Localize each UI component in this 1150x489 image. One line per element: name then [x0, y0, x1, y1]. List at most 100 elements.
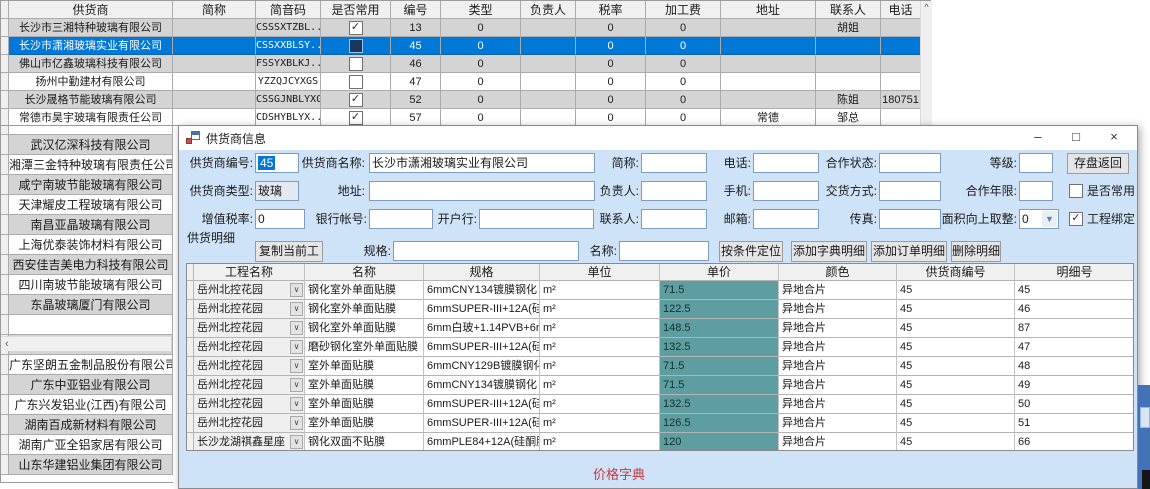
table-cell[interactable]: 常德市昊宇玻璃有限责任公司 — [9, 109, 173, 126]
table-cell[interactable]: FSSYXBLKJ... — [256, 55, 321, 73]
table-cell[interactable] — [521, 37, 576, 55]
table-cell[interactable]: 0 — [441, 37, 521, 55]
supplier_name-input[interactable]: 长沙市潇湘玻璃实业有限公司 — [369, 153, 595, 173]
table-cell[interactable] — [881, 55, 921, 73]
detail-grid-cell[interactable]: 122.5 — [660, 300, 779, 319]
table-cell[interactable] — [816, 55, 881, 73]
detail-grid-cell[interactable]: m² — [540, 414, 660, 433]
address-input[interactable] — [369, 181, 595, 201]
project-combo-cell[interactable]: 岳州北控花园∨ — [194, 376, 305, 395]
detail-grid-cell[interactable]: 45 — [897, 414, 1015, 433]
detail-grid-cell[interactable]: 49 — [1015, 376, 1134, 395]
list-item[interactable]: 上海优泰装饰材料有限公司 — [1, 235, 173, 255]
maximize-button[interactable]: □ — [1057, 126, 1095, 150]
column-header[interactable]: 单价 — [660, 264, 779, 281]
table-cell[interactable]: 52 — [391, 91, 441, 109]
table-cell[interactable]: 邹总 — [816, 109, 881, 126]
project-combo-cell[interactable]: 岳州北控花园∨ — [194, 395, 305, 414]
column-header[interactable]: 名称 — [305, 264, 424, 281]
list-item[interactable] — [1, 315, 173, 335]
table-cell[interactable]: CSSXXBLSY... — [256, 37, 321, 55]
detail-grid-cell[interactable]: 6mmPLE84+12A(硅酮胶... — [424, 433, 540, 451]
table-cell[interactable] — [721, 55, 816, 73]
table-cell[interactable] — [721, 73, 816, 91]
detail-grid-cell[interactable]: 室外单面贴膜 — [305, 395, 424, 414]
detail-grid-cell[interactable]: 钢化室外单面贴膜 — [305, 319, 424, 338]
table-cell[interactable] — [881, 109, 921, 126]
table-cell[interactable] — [321, 37, 391, 55]
list-item[interactable]: 湖南广亚全铝家居有限公司 — [1, 435, 173, 455]
table-cell[interactable]: 长沙市三湘特种玻璃有限公司 — [9, 19, 173, 37]
table-row[interactable]: 常德市昊宇玻璃有限责任公司CDSHYBLYX...57000常德邹总 — [1, 109, 930, 126]
table-cell[interactable]: 0 — [441, 55, 521, 73]
phone-input[interactable] — [753, 153, 819, 173]
table-cell[interactable] — [173, 73, 256, 91]
detail-grid-cell[interactable]: 异地合片 — [779, 357, 897, 376]
detail-grid-row[interactable]: 长沙龙湖祺鑫星座∨钢化双面不贴膜6mmPLE84+12A(硅酮胶...m²120… — [187, 433, 1133, 451]
list-item[interactable]: 武汉亿深科技有限公司 — [1, 135, 173, 155]
detail-grid-cell[interactable]: 异地合片 — [779, 395, 897, 414]
chevron-down-icon[interactable]: ∨ — [290, 283, 303, 297]
detail-grid-cell[interactable]: 45 — [897, 433, 1015, 451]
email-input[interactable] — [753, 209, 819, 229]
table-cell[interactable] — [173, 19, 256, 37]
table-row[interactable]: 长沙晟格节能玻璃有限公司CSSGJNBLYXGS52000陈姐180751 — [1, 91, 930, 109]
supplier-name-cell[interactable] — [9, 315, 173, 335]
detail-grid-cell[interactable]: 51 — [1015, 414, 1134, 433]
detail-grid-cell[interactable]: 126.5 — [660, 414, 779, 433]
list-item[interactable]: 广东中亚铝业有限公司 — [1, 375, 173, 395]
detail-grid-cell[interactable]: 132.5 — [660, 338, 779, 357]
detail-grid-cell[interactable]: 45 — [897, 281, 1015, 300]
project-bind-checkbox[interactable] — [1069, 212, 1083, 226]
column-header[interactable]: 加工费 — [646, 1, 721, 19]
supplier-name-cell[interactable]: 广东坚朗五金制品股份有限公司 — [9, 355, 173, 375]
detail-grid-cell[interactable]: 48 — [1015, 357, 1134, 376]
chevron-down-icon[interactable]: ∨ — [290, 340, 303, 354]
table-cell[interactable] — [881, 19, 921, 37]
list-item[interactable]: 天津耀皮工程玻璃有限公司 — [1, 195, 173, 215]
column-header[interactable]: 类型 — [441, 1, 521, 19]
table-cell[interactable]: 0 — [441, 73, 521, 91]
detail-grid-cell[interactable]: m² — [540, 395, 660, 414]
contact-input[interactable] — [641, 209, 707, 229]
detail-grid-cell[interactable]: 47 — [1015, 338, 1134, 357]
grade-input[interactable] — [1019, 153, 1053, 173]
detail-grid-row[interactable]: 岳州北控花园∨磨砂钢化室外单面贴膜6mmSUPER-III+12A(硅...m²… — [187, 338, 1133, 357]
table-cell[interactable]: 0 — [576, 55, 646, 73]
supplier-name-cell[interactable]: 湖南广亚全铝家居有限公司 — [9, 435, 173, 455]
detail-grid-cell[interactable]: 异地合片 — [779, 376, 897, 395]
suppliers-table-vertical-scrollbar[interactable]: ^ — [920, 1, 932, 125]
table-cell[interactable]: 0 — [576, 73, 646, 91]
detail-grid-cell[interactable]: m² — [540, 433, 660, 451]
table-cell[interactable]: 57 — [391, 109, 441, 126]
supplier-name-cell[interactable]: 湘潭三金特种玻璃有限责任公司 — [9, 155, 173, 175]
table-row[interactable]: 扬州中勤建材有限公司YZZQJCYXGS47000 — [1, 73, 930, 91]
add-dictionary-detail-button[interactable]: 添加字典明细 — [791, 241, 867, 262]
supplier-name-cell[interactable]: 广东兴发铝业(江西)有限公司 — [9, 395, 173, 415]
detail-grid-cell[interactable]: 45 — [897, 376, 1015, 395]
table-cell[interactable] — [721, 19, 816, 37]
list-item[interactable]: 湘潭三金特种玻璃有限责任公司 — [1, 155, 173, 175]
mobile-input[interactable] — [753, 181, 819, 201]
table-cell[interactable]: CDSHYBLYX... — [256, 109, 321, 126]
table-cell[interactable]: YZZQJCYXGS — [256, 73, 321, 91]
table-cell[interactable] — [173, 109, 256, 126]
table-cell[interactable] — [321, 73, 391, 91]
table-cell[interactable]: 0 — [646, 37, 721, 55]
table-cell[interactable] — [881, 37, 921, 55]
bank_branch-input[interactable] — [479, 209, 594, 229]
common-use-checkbox[interactable] — [349, 75, 363, 89]
table-cell[interactable]: 180751 — [881, 91, 921, 109]
price-dictionary-link[interactable]: 价格字典 — [179, 464, 1059, 483]
detail-grid-cell[interactable]: 钢化双面不贴膜 — [305, 433, 424, 451]
table-cell[interactable]: CSSSXTZBL... — [256, 19, 321, 37]
table-cell[interactable]: 13 — [391, 19, 441, 37]
table-cell[interactable] — [321, 109, 391, 126]
detail-grid-cell[interactable]: 132.5 — [660, 395, 779, 414]
detail-grid-cell[interactable]: 50 — [1015, 395, 1134, 414]
add-order-detail-button[interactable]: 添加订单明细 — [871, 241, 947, 262]
detail-grid-cell[interactable]: 71.5 — [660, 281, 779, 300]
suppliers-table-horizontal-scrollbar[interactable]: ‹ — [1, 336, 171, 351]
table-cell[interactable]: 47 — [391, 73, 441, 91]
project-combo-cell[interactable]: 岳州北控花园∨ — [194, 414, 305, 433]
